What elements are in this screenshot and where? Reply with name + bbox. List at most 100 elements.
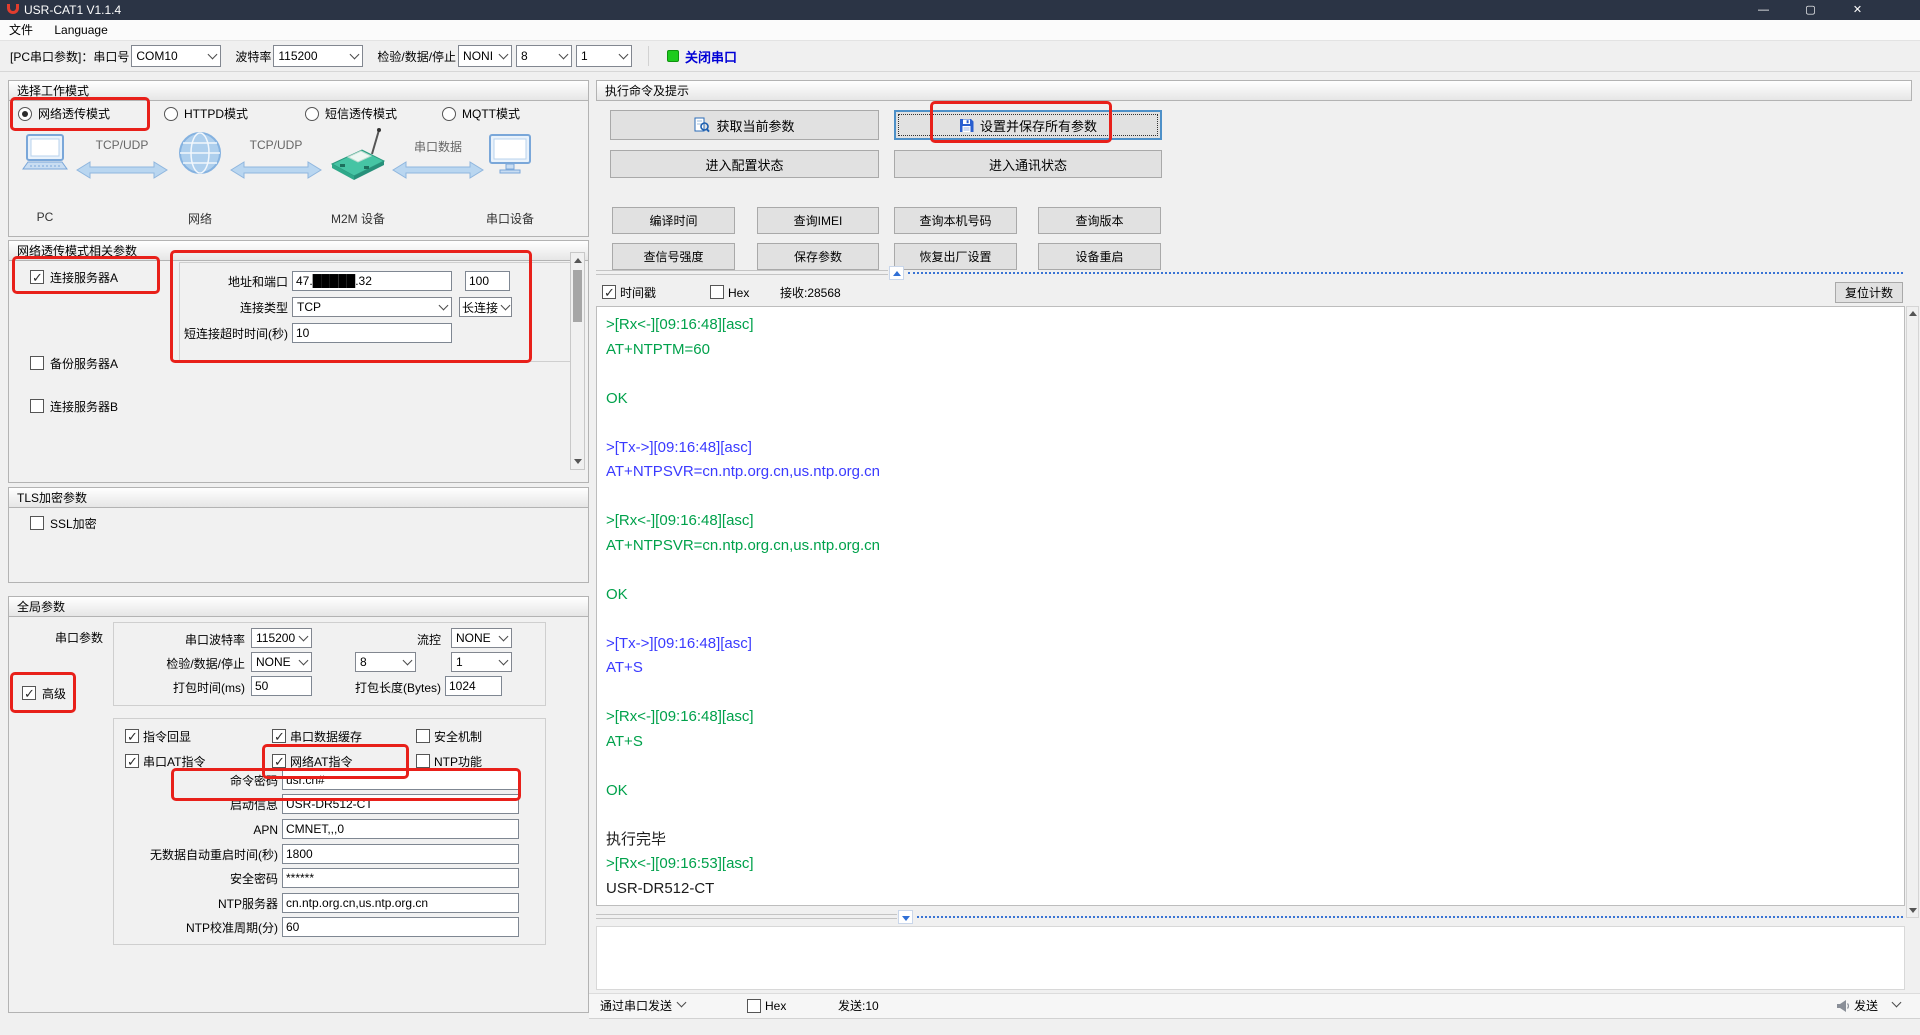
port-open-status-icon (667, 50, 679, 62)
parity-data-stop-label: 检验/数据/停止 (377, 48, 456, 65)
scroll-up-icon[interactable] (574, 258, 582, 263)
ntp-period-input[interactable] (282, 917, 519, 937)
backup-a-checkbox[interactable] (30, 356, 44, 370)
server-a-port-input[interactable] (465, 271, 510, 291)
keep-mode-select[interactable]: 长连接 (459, 297, 512, 317)
baud-label: 波特率 (235, 48, 271, 65)
log-line: USR-DR512-CT (606, 877, 1895, 902)
conn-type-select[interactable]: TCP (292, 297, 452, 317)
log-hex-checkbox[interactable] (710, 285, 724, 299)
log-line (606, 485, 1895, 510)
send-input-area[interactable] (596, 926, 1905, 990)
net-at-checkbox[interactable] (272, 754, 286, 768)
databits-select[interactable]: 8 (516, 45, 572, 67)
radio-net-passthrough[interactable] (18, 107, 32, 121)
radio-mqtt[interactable] (442, 107, 456, 121)
close-button[interactable]: ✕ (1834, 0, 1881, 20)
log-line: AT+NTPSVR=cn.ntp.org.cn,us.ntp.org.cn (606, 460, 1895, 485)
splitter-line (596, 918, 897, 919)
gp-databits-select[interactable]: 8 (355, 652, 416, 672)
log-vertical-scrollbar[interactable] (1906, 306, 1919, 918)
send-method-dropdown[interactable]: 通过串口发送 (600, 996, 672, 1016)
ntp-period-label: NTP校准周期(分) (120, 918, 278, 938)
stopbits-select[interactable]: 1 (576, 45, 632, 67)
save-params-button[interactable]: 保存参数 (757, 243, 879, 270)
scrollbar-thumb[interactable] (573, 270, 582, 322)
scroll-up-icon[interactable] (1909, 311, 1917, 316)
net-params-scrollbar[interactable] (570, 252, 585, 470)
ssl-checkbox[interactable] (30, 516, 44, 530)
uart-at-checkbox[interactable] (125, 754, 139, 768)
short-timeout-input[interactable] (292, 323, 452, 343)
collapse-down-button[interactable] (898, 910, 913, 924)
radio-httpd[interactable] (164, 107, 178, 121)
log-line: AT+S (606, 730, 1895, 755)
baud-select[interactable]: 115200 (273, 45, 363, 67)
timestamp-checkbox[interactable] (602, 285, 616, 299)
send-horn-icon (1836, 999, 1850, 1013)
device-restart-button[interactable]: 设备重启 (1038, 243, 1161, 270)
reset-count-button[interactable]: 复位计数 (1835, 282, 1903, 303)
no-data-restart-input[interactable] (282, 844, 519, 864)
query-version-button[interactable]: 查询版本 (1038, 207, 1161, 234)
gp-flow-select[interactable]: NONE (451, 628, 512, 648)
ntp-checkbox[interactable] (416, 754, 430, 768)
toolbar-separator (648, 46, 649, 66)
pack-time-input[interactable] (251, 676, 312, 696)
query-phone-number-button[interactable]: 查询本机号码 (894, 207, 1017, 234)
uart-cache-checkbox[interactable] (272, 729, 286, 743)
enter-comm-button[interactable]: 进入通讯状态 (894, 150, 1162, 178)
scroll-down-icon[interactable] (1909, 908, 1917, 913)
gp-baud-select[interactable]: 115200 (251, 628, 312, 648)
enter-config-button[interactable]: 进入配置状态 (610, 150, 879, 178)
cmd-echo-label: 指令回显 (143, 727, 191, 747)
horizontal-scroll-track[interactable] (908, 272, 1903, 274)
log-line (606, 607, 1895, 632)
log-output[interactable]: >[Rx<-][09:16:48][asc]AT+NTPTM=60 OK >[T… (596, 306, 1905, 906)
menu-file[interactable]: 文件 (0, 20, 42, 40)
horizontal-scroll-track[interactable] (917, 916, 1903, 918)
com-port-select[interactable]: COM10 (131, 45, 221, 67)
ntp-server-input[interactable] (282, 893, 519, 913)
server-a-address-input[interactable] (292, 271, 452, 291)
advanced-checkbox[interactable] (22, 686, 36, 700)
log-line: >[Tx->][09:16:48][asc] (606, 436, 1895, 461)
apn-input[interactable] (282, 819, 519, 839)
splitter-line (596, 914, 897, 915)
arrow-net-m2m-icon (230, 160, 322, 180)
scroll-down-icon[interactable] (574, 459, 582, 464)
gp-stopbits-select[interactable]: 1 (451, 652, 512, 672)
gp-parity-select[interactable]: NONE (251, 652, 312, 672)
get-params-button[interactable]: 获取当前参数 (610, 110, 879, 140)
server-b-checkbox[interactable] (30, 399, 44, 413)
cmd-password-label: 命令密码 (120, 771, 278, 791)
recv-count: 接收:28568 (780, 283, 841, 303)
log-line: AT+S (606, 656, 1895, 681)
radio-sms-passthrough[interactable] (305, 107, 319, 121)
minimize-button[interactable]: — (1740, 0, 1787, 20)
query-imei-button[interactable]: 查询IMEI (757, 207, 879, 234)
close-port-button[interactable]: 关闭串口 (685, 47, 737, 66)
set-save-params-button[interactable]: 设置并保存所有参数 (894, 110, 1162, 140)
security-password-input[interactable] (282, 868, 519, 888)
parity-select[interactable]: NONI (458, 45, 512, 67)
tls-group: TLS加密参数 (8, 487, 589, 583)
maximize-button[interactable]: ▢ (1787, 0, 1834, 20)
query-signal-button[interactable]: 查信号强度 (612, 243, 735, 270)
collapse-up-button[interactable] (889, 266, 904, 280)
server-a-checkbox[interactable] (30, 270, 44, 284)
menu-language[interactable]: Language (45, 20, 116, 40)
send-button[interactable]: 发送 (1854, 996, 1878, 1016)
cmd-echo-checkbox[interactable] (125, 729, 139, 743)
security-checkbox[interactable] (416, 729, 430, 743)
arrow-pc-net-icon (76, 160, 168, 180)
factory-reset-button[interactable]: 恢复出厂设置 (894, 243, 1017, 270)
chevron-down-icon (619, 49, 629, 59)
cmd-password-input[interactable] (282, 770, 519, 790)
node-serial-label: 串口设备 (480, 210, 540, 227)
boot-message-input[interactable] (282, 794, 519, 814)
compile-time-button[interactable]: 编译时间 (612, 207, 735, 234)
pack-len-input[interactable] (445, 676, 502, 696)
link2-label: TCP/UDP (230, 138, 322, 152)
send-hex-checkbox[interactable] (747, 999, 761, 1013)
